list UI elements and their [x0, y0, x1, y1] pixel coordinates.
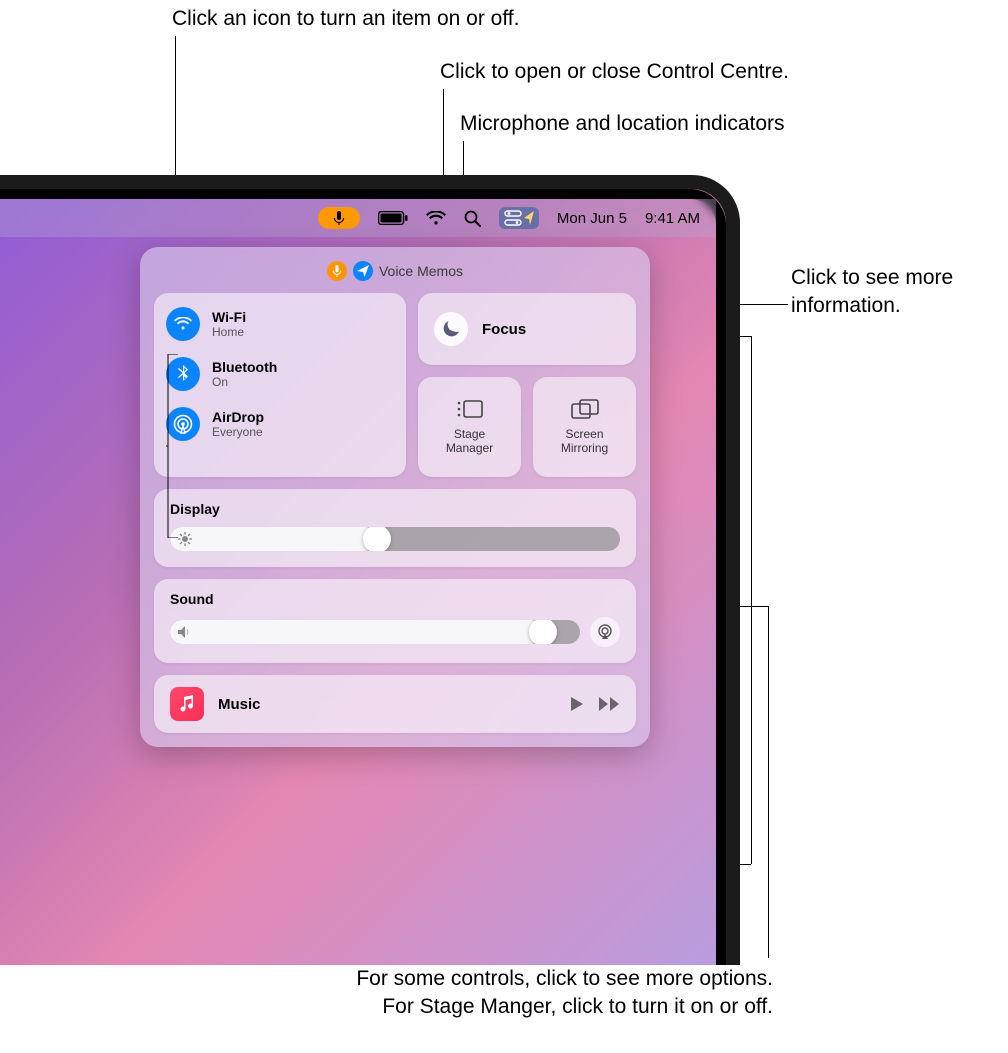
callout-bracket: [166, 354, 180, 538]
airplay-audio-button[interactable]: [590, 617, 620, 647]
callout-open-cc: Click to open or close Control Centre.: [440, 58, 789, 86]
spotlight-icon[interactable]: [464, 210, 481, 227]
privacy-app-label: Voice Memos: [379, 263, 463, 279]
control-centre-icon[interactable]: [499, 207, 539, 229]
brightness-icon: [178, 532, 192, 546]
music-app-icon: [170, 687, 204, 721]
callout-toggle: Click an icon to turn an item on or off.: [172, 5, 519, 33]
next-button[interactable]: [598, 696, 620, 712]
airdrop-toggle[interactable]: AirDrop Everyone: [166, 407, 394, 441]
display-card[interactable]: Display: [154, 489, 636, 567]
screen-mirroring-icon: [571, 399, 599, 421]
play-button[interactable]: [568, 696, 584, 712]
focus-label: Focus: [482, 321, 526, 338]
moon-icon: [434, 312, 468, 346]
music-label: Music: [218, 696, 554, 713]
laptop-frame: Mon Jun 5 9:41 AM Voice Memos Wi-Fi: [0, 175, 740, 965]
privacy-indicator-row[interactable]: Voice Memos: [154, 261, 636, 281]
stage-manager-label: Stage Manager: [446, 427, 493, 455]
connectivity-card[interactable]: Wi-Fi Home Bluetooth On: [154, 293, 406, 477]
sound-slider[interactable]: [170, 620, 580, 644]
callout-more-info: Click to see more information.: [791, 264, 953, 321]
bluetooth-subtitle: On: [212, 375, 277, 389]
volume-icon: [178, 625, 194, 639]
wifi-toggle[interactable]: Wi-Fi Home: [166, 307, 394, 341]
focus-card[interactable]: Focus: [418, 293, 636, 365]
airplay-icon: [597, 624, 613, 640]
mic-indicator-icon: [327, 261, 347, 281]
control-centre-panel: Voice Memos Wi-Fi Home: [140, 247, 650, 747]
display-label: Display: [170, 501, 620, 517]
mic-recording-icon[interactable]: [318, 207, 360, 229]
wifi-icon: [166, 307, 200, 341]
screen-mirroring-button[interactable]: Screen Mirroring: [533, 377, 636, 477]
menubar-date[interactable]: Mon Jun 5: [557, 210, 627, 227]
display-slider[interactable]: [170, 527, 620, 551]
wifi-title: Wi-Fi: [212, 309, 246, 325]
airdrop-subtitle: Everyone: [212, 425, 264, 439]
location-arrow-icon: [524, 211, 534, 225]
menu-bar: Mon Jun 5 9:41 AM: [0, 199, 716, 237]
callout-indicators: Microphone and location indicators: [460, 110, 785, 138]
now-playing-card[interactable]: Music: [154, 675, 636, 733]
sound-label: Sound: [170, 591, 620, 607]
menubar-time[interactable]: 9:41 AM: [645, 210, 700, 227]
airdrop-title: AirDrop: [212, 409, 264, 425]
callout-line: [768, 606, 769, 958]
bluetooth-toggle[interactable]: Bluetooth On: [166, 357, 394, 391]
wifi-subtitle: Home: [212, 325, 246, 339]
bluetooth-title: Bluetooth: [212, 359, 277, 375]
battery-icon[interactable]: [378, 211, 408, 225]
location-indicator-icon: [353, 261, 373, 281]
callout-line: [751, 336, 752, 864]
callout-more-options: For some controls, click to see more opt…: [183, 965, 773, 1022]
stage-manager-icon: [456, 399, 484, 421]
sound-card[interactable]: Sound: [154, 579, 636, 663]
wifi-icon[interactable]: [426, 211, 446, 226]
stage-manager-button[interactable]: Stage Manager: [418, 377, 521, 477]
screen-mirroring-label: Screen Mirroring: [561, 427, 608, 455]
